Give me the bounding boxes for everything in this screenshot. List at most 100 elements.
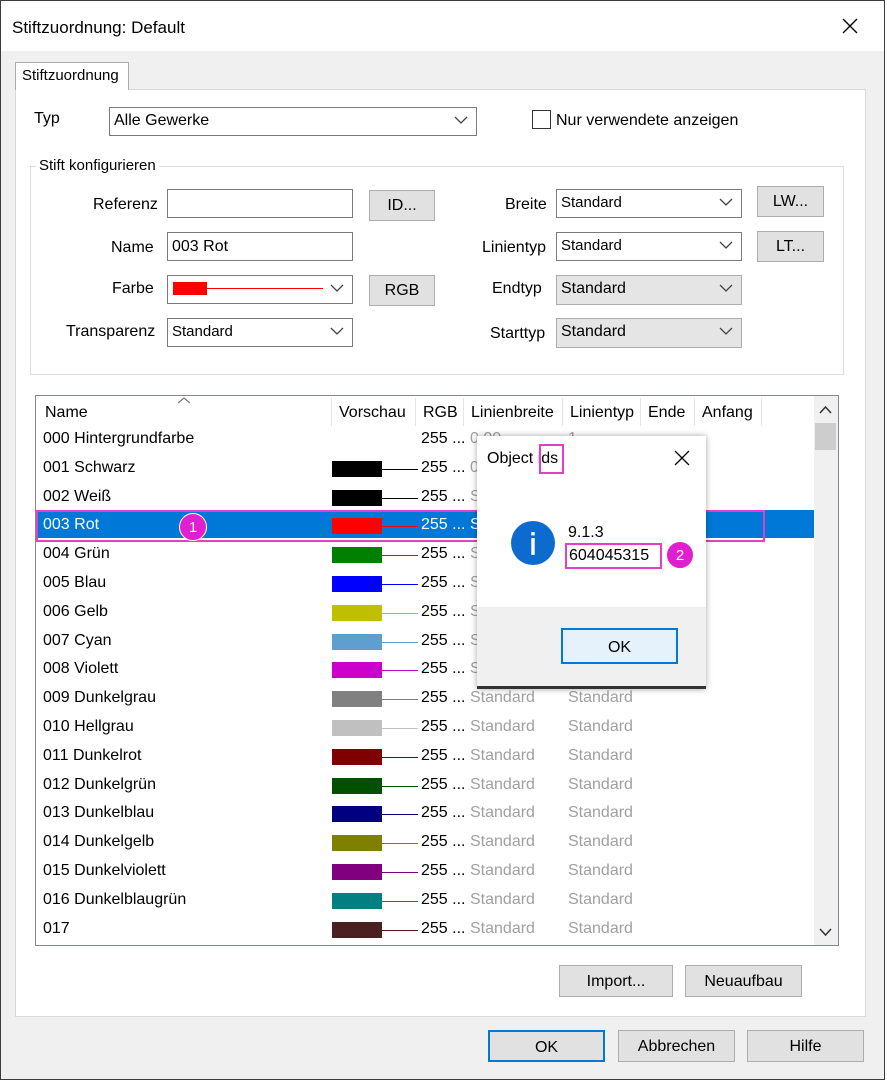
starttyp-value: Standard [561, 323, 626, 340]
linientyp-select[interactable]: Standard [556, 232, 742, 261]
row-linienbreite: Standard [470, 890, 535, 908]
help-button[interactable]: Hilfe [747, 1030, 864, 1062]
color-preview-line [382, 670, 418, 672]
chevron-down-icon [454, 116, 468, 124]
transparenz-value: Standard [172, 323, 233, 340]
col-separator [415, 398, 416, 426]
row-rgb: 255 ... [421, 602, 466, 620]
row-linientyp: Standard [568, 746, 633, 764]
breite-value: Standard [561, 194, 622, 211]
ok-button[interactable]: OK [488, 1030, 605, 1062]
farbe-select[interactable] [167, 275, 353, 304]
row-linientyp: Standard [568, 890, 633, 908]
color-preview-line [382, 468, 418, 470]
chevron-down-icon [330, 327, 344, 335]
table-row[interactable]: 010 Hellgrau 255 ... Standard Standard [37, 712, 815, 740]
row-rgb: 255 ... [421, 430, 466, 447]
row-linientyp: Standard [568, 775, 633, 793]
row-linienbreite: Standard [470, 689, 535, 707]
color-preview-line [382, 641, 418, 643]
scrollbar-thumb[interactable] [815, 423, 836, 450]
table-row[interactable]: 012 Dunkelgrün 255 ... Standard Standard [37, 770, 815, 798]
referenz-label: Referenz [93, 196, 158, 213]
row-rgb: 255 ... [421, 689, 466, 707]
color-preview-swatch [332, 633, 382, 650]
rgb-button[interactable]: RGB [369, 275, 435, 306]
col-separator [640, 398, 641, 426]
typ-label: Typ [34, 110, 60, 127]
color-preview-line [382, 900, 418, 902]
col-separator [694, 398, 695, 426]
starttyp-select[interactable]: Standard [556, 318, 742, 348]
cancel-button[interactable]: Abbrechen [618, 1030, 735, 1062]
object-ids-ok-button[interactable]: OK [561, 628, 678, 664]
table-row[interactable]: 013 Dunkelblau 255 ... Standard Standard [37, 798, 815, 826]
col-linientyp[interactable]: Linientyp [570, 404, 634, 422]
tab-stiftzuordnung[interactable]: Stiftzuordnung [15, 62, 129, 90]
color-preview-swatch [332, 835, 382, 852]
row-name: 007 Cyan [43, 631, 112, 649]
color-preview-swatch [332, 604, 382, 621]
col-rgb[interactable]: RGB [423, 404, 458, 422]
lt-button[interactable]: LT... [757, 231, 824, 262]
table-row[interactable]: 015 Dunkelviolett 255 ... Standard Standard [37, 856, 815, 884]
breite-label: Breite [505, 196, 547, 213]
table-row[interactable]: 016 Dunkelblaugrün 255 ... Standard Standar… [37, 885, 815, 913]
close-icon[interactable] [838, 14, 862, 38]
col-ende[interactable]: Ende [648, 404, 685, 422]
row-name: 004 Grün [43, 545, 110, 563]
farbe-line [207, 288, 323, 289]
sort-up-icon[interactable] [176, 396, 192, 405]
table-row[interactable]: 011 Dunkelrot 255 ... Standard Standard [37, 741, 815, 769]
row-name: 005 Blau [43, 574, 107, 591]
object-version: 9.1.3 [568, 524, 604, 541]
scroll-down-icon[interactable] [818, 926, 833, 938]
col-anfang[interactable]: Anfang [702, 404, 753, 422]
id-button[interactable]: ID... [369, 190, 435, 221]
color-preview-swatch [332, 460, 382, 477]
row-linienbreite: Standard [470, 746, 535, 764]
name-label: Name [111, 239, 154, 256]
only-used-checkbox[interactable] [532, 110, 551, 129]
transparenz-select[interactable]: Standard [167, 318, 353, 347]
referenz-input[interactable] [167, 189, 353, 218]
row-name: 014 Dunkelgelb [43, 833, 155, 851]
col-separator [331, 398, 332, 426]
name-input[interactable]: 003 Rot [167, 232, 353, 261]
endtyp-select[interactable]: Standard [556, 275, 742, 305]
linientyp-label: Linientyp [482, 239, 547, 256]
vertical-scrollbar[interactable] [814, 396, 838, 945]
color-preview-line [382, 814, 418, 816]
row-linientyp: Standard [568, 919, 633, 937]
rebuild-button[interactable]: Neuaufbau [685, 965, 802, 997]
lw-button[interactable]: LW... [757, 186, 824, 217]
row-rgb: 255 ... [421, 660, 466, 678]
row-name: 009 Dunkelgrau [43, 689, 156, 707]
close-icon[interactable] [671, 447, 693, 469]
color-preview-swatch [332, 921, 382, 938]
typ-select[interactable]: Alle Gewerke [109, 107, 477, 136]
breite-select[interactable]: Standard [556, 189, 742, 218]
col-name[interactable]: Name [45, 404, 88, 422]
table-row[interactable]: 014 Dunkelgelb 255 ... Standard Standard [37, 827, 815, 855]
color-preview-swatch [332, 662, 382, 679]
col-separator [463, 398, 464, 426]
starttyp-label: Starttyp [490, 325, 546, 342]
row-name: 011 Dunkelrot [43, 746, 142, 764]
row-name: 017 [43, 919, 70, 937]
col-linienbreite[interactable]: Linienbreite [471, 404, 554, 422]
row-rgb: 255 ... [421, 746, 466, 764]
color-preview-line [382, 785, 418, 787]
only-used-label: Nur verwendete anzeigen [556, 112, 739, 129]
row-linienbreite: Standard [470, 718, 535, 735]
row-name: 006 Gelb [43, 602, 108, 620]
color-preview-swatch [332, 576, 382, 592]
col-vorschau[interactable]: Vorschau [339, 404, 406, 422]
row-rgb: 255 ... [421, 804, 466, 822]
info-icon [511, 521, 555, 565]
table-row[interactable]: 017 255 ... Standard Standard [37, 914, 815, 942]
annotation-badge-1: 1 [179, 513, 207, 541]
row-name: 000 Hintergrundfarbe [43, 430, 195, 447]
scroll-up-icon[interactable] [818, 404, 833, 416]
import-button[interactable]: Import... [559, 965, 673, 997]
